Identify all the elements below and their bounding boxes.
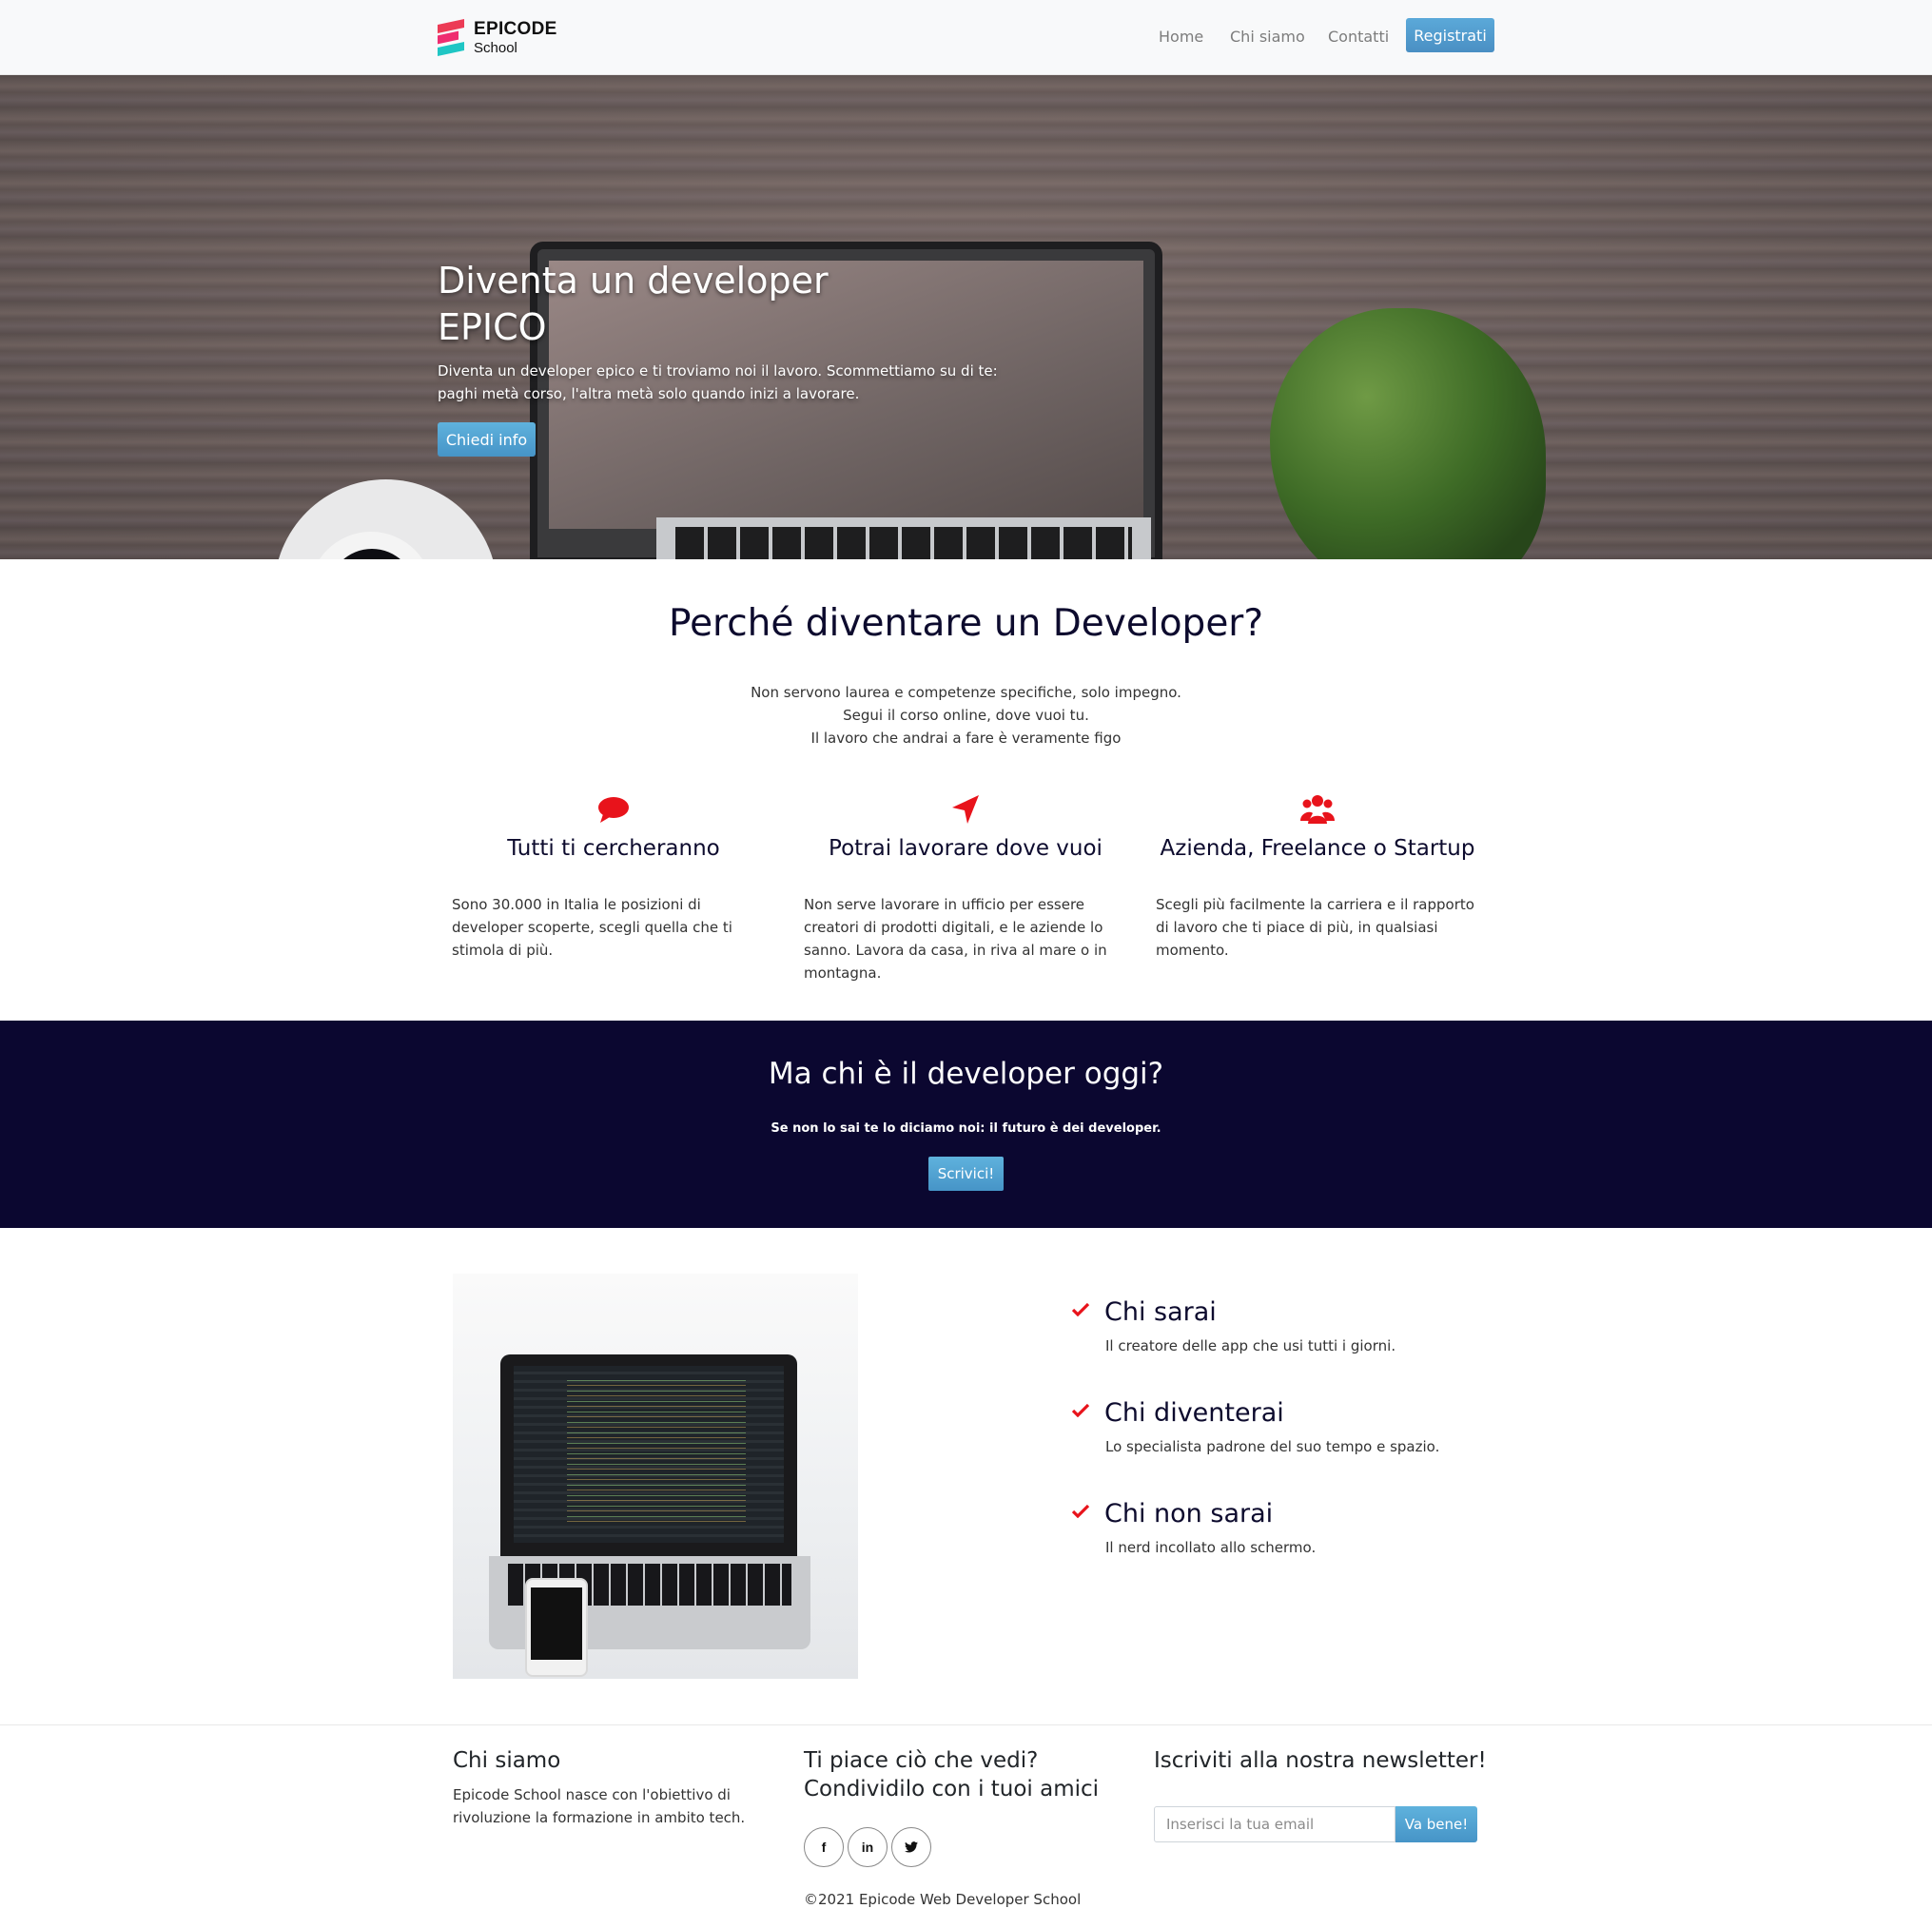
hero-content: Diventa un developer EPICO Diventa un de… bbox=[438, 258, 1008, 457]
laptop-photo bbox=[453, 1274, 858, 1679]
write-us-button[interactable]: Scrivici! bbox=[928, 1157, 1004, 1191]
check-icon bbox=[1072, 1404, 1089, 1417]
brand-logo[interactable]: EPICODE School bbox=[438, 18, 557, 56]
feature-title: Tutti ti cercheranno bbox=[507, 836, 720, 861]
footer-share-title-line1: Ti piace ciò che vedi? bbox=[804, 1748, 1039, 1773]
hero-section: Diventa un developer EPICO Diventa un de… bbox=[0, 75, 1932, 559]
location-arrow-icon bbox=[952, 795, 979, 824]
speech-bubble-icon bbox=[598, 797, 629, 823]
check-item: Chi non sarai Il nerd incollato allo sch… bbox=[1070, 1495, 1546, 1596]
register-button[interactable]: Registrati bbox=[1406, 18, 1494, 52]
why-title: Perché diventare un Developer? bbox=[668, 602, 1264, 645]
feature-text: Sono 30.000 in Italia le posizioni di de… bbox=[452, 896, 732, 959]
brand-subtitle: School bbox=[474, 39, 517, 56]
footer-about: Chi siamo Epicode School nasce con l'obi… bbox=[453, 1746, 767, 1829]
feature-card: Potrai lavorare dove vuoi Non serve lavo… bbox=[804, 792, 1127, 984]
check-text: Il creatore delle app che usi tutti i gi… bbox=[1105, 1337, 1396, 1354]
why-section: Perché diventare un Developer? Non servo… bbox=[0, 559, 1932, 1021]
newsletter-title: Iscriviti alla nostra newsletter! bbox=[1154, 1748, 1487, 1773]
check-title: Chi sarai bbox=[1104, 1297, 1217, 1327]
brand-title: EPICODE bbox=[474, 18, 557, 39]
feature-title: Azienda, Freelance o Startup bbox=[1160, 836, 1475, 861]
nav-home-link[interactable]: Home bbox=[1159, 28, 1203, 46]
hero-title-line2: EPICO bbox=[438, 306, 547, 348]
feature-card: Azienda, Freelance o Startup Scegli più … bbox=[1156, 792, 1479, 962]
hero-title-line1: Diventa un developer bbox=[438, 260, 829, 302]
social-links: f in bbox=[804, 1827, 1127, 1867]
check-title: Chi diventerai bbox=[1104, 1398, 1284, 1428]
newsletter-form: Va bene! bbox=[1154, 1806, 1477, 1842]
band-title: Ma chi è il developer oggi? bbox=[768, 1057, 1164, 1091]
feature-text: Non serve lavorare in ufficio per essere… bbox=[804, 896, 1107, 982]
footer-newsletter: Iscriviti alla nostra newsletter! bbox=[1154, 1746, 1496, 1775]
feature-title: Potrai lavorare dove vuoi bbox=[829, 836, 1103, 861]
hero-text-line2: paghi metà corso, l'altra metà solo quan… bbox=[438, 385, 860, 402]
why-line-1: Non servono laurea e competenze specific… bbox=[751, 684, 1181, 701]
copyright: ©2021 Epicode Web Developer School bbox=[804, 1891, 1082, 1908]
users-icon bbox=[1300, 795, 1335, 824]
hero-plant-graphic bbox=[1270, 308, 1546, 559]
developer-band: Ma chi è il developer oggi? Se non lo sa… bbox=[0, 1021, 1932, 1228]
band-subtitle: Se non lo sai te lo diciamo noi: il futu… bbox=[771, 1121, 1161, 1136]
footer-about-text: Epicode School nasce con l'obiettivo di … bbox=[453, 1786, 746, 1826]
request-info-button[interactable]: Chiedi info bbox=[438, 422, 536, 457]
check-item: Chi diventerai Lo specialista padrone de… bbox=[1070, 1394, 1546, 1495]
footer-share: Ti piace ciò che vedi? Condividilo con i… bbox=[804, 1746, 1127, 1867]
feature-card: Tutti ti cercheranno Sono 30.000 in Ital… bbox=[452, 792, 775, 962]
epicode-logo-icon bbox=[438, 19, 464, 56]
why-intro: Non servono laurea e competenze specific… bbox=[0, 681, 1932, 750]
check-icon bbox=[1072, 1505, 1089, 1518]
checklist: Chi sarai Il creatore delle app che usi … bbox=[1070, 1294, 1546, 1596]
linkedin-icon[interactable]: in bbox=[848, 1827, 888, 1867]
twitter-icon[interactable] bbox=[891, 1827, 931, 1867]
hero-text: Diventa un developer epico e ti troviamo… bbox=[438, 360, 999, 405]
footer-share-title: Ti piace ciò che vedi? Condividilo con i… bbox=[804, 1746, 1127, 1803]
navbar: EPICODE School Home Chi siamo Contatti R… bbox=[0, 0, 1932, 75]
check-title: Chi non sarai bbox=[1104, 1499, 1274, 1529]
hero-title: Diventa un developer EPICO bbox=[438, 258, 1008, 351]
check-text: Il nerd incollato allo schermo. bbox=[1105, 1539, 1317, 1556]
newsletter-email-input[interactable] bbox=[1154, 1806, 1395, 1842]
nav-contatti-link[interactable]: Contatti bbox=[1328, 28, 1389, 46]
feature-text: Scegli più facilmente la carriera e il r… bbox=[1156, 896, 1474, 959]
footer-about-title: Chi siamo bbox=[453, 1748, 561, 1773]
footer-share-title-line2: Condividilo con i tuoi amici bbox=[804, 1777, 1100, 1801]
nav-chi-siamo-link[interactable]: Chi siamo bbox=[1230, 28, 1305, 46]
footer-divider bbox=[0, 1724, 1932, 1725]
check-item: Chi sarai Il creatore delle app che usi … bbox=[1070, 1294, 1546, 1394]
why-line-2: Segui il corso online, dove vuoi tu. bbox=[843, 707, 1089, 724]
facebook-icon[interactable]: f bbox=[804, 1827, 844, 1867]
hero-keyboard-graphic bbox=[656, 517, 1151, 559]
newsletter-submit-button[interactable]: Va bene! bbox=[1395, 1806, 1477, 1842]
check-text: Lo specialista padrone del suo tempo e s… bbox=[1105, 1438, 1440, 1455]
check-icon bbox=[1072, 1303, 1089, 1316]
hero-text-line1: Diventa un developer epico e ti troviamo… bbox=[438, 362, 998, 380]
why-line-3: Il lavoro che andrai a fare è veramente … bbox=[810, 730, 1122, 747]
